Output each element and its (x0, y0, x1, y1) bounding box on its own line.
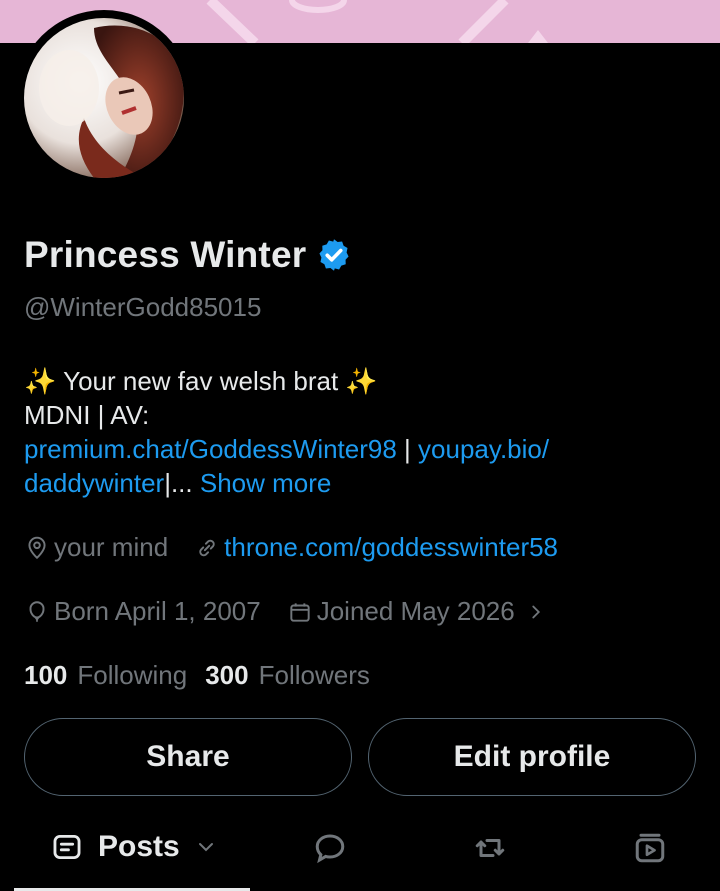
following-label[interactable]: Following (77, 660, 187, 691)
name-row: Princess Winter (24, 234, 352, 276)
tab-posts-label: Posts (98, 830, 180, 863)
profile-bio: ✨ Your new fav welsh brat ✨ MDNI | AV: p… (24, 364, 704, 500)
chevron-right-icon[interactable] (525, 601, 547, 623)
profile-handle: @WinterGodd85015 (24, 292, 262, 322)
following-count[interactable]: 100 (24, 660, 67, 691)
followers-label[interactable]: Followers (259, 660, 370, 691)
link-icon (199, 539, 215, 556)
chevron-down-icon[interactable] (194, 835, 218, 859)
bio-link-youpay-cont[interactable]: daddywinter (24, 468, 164, 498)
display-name: Princess Winter (24, 234, 307, 275)
follow-counts: 100 Following 300 Followers (24, 660, 388, 691)
share-button[interactable]: Share (24, 718, 352, 796)
reply-icon[interactable] (312, 830, 348, 866)
tab-posts[interactable]: Posts (50, 830, 218, 864)
profile-tab-bar: Posts (0, 810, 720, 891)
bio-line-4: daddywinter|... Show more (24, 466, 704, 500)
retweet-icon[interactable] (472, 830, 508, 866)
bio-link-premium[interactable]: premium.chat/GoddessWinter98 (24, 434, 397, 464)
avatar-image (24, 18, 184, 178)
verified-badge-icon[interactable] (316, 237, 352, 273)
show-more-link[interactable]: Show more (200, 468, 332, 498)
balloon-icon (29, 600, 45, 622)
website-item[interactable]: throne.com/goddesswinter58 (194, 532, 558, 563)
location-text: your mind (54, 532, 169, 562)
birthday-text: Born April 1, 2007 (54, 596, 261, 626)
media-icon[interactable] (632, 830, 668, 866)
joined-item[interactable]: Joined May 2026 (287, 596, 551, 627)
bio-line-3: premium.chat/GoddessWinter98 | youpay.bi… (24, 432, 704, 466)
bio-link-youpay[interactable]: youpay.bio/ (418, 434, 549, 464)
bio-line-1: ✨ Your new fav welsh brat ✨ (24, 366, 378, 396)
profile-meta-row-2: Born April 1, 2007 Joined May 2026 (24, 596, 577, 627)
bio-ellipsis: |... (164, 468, 200, 498)
profile-avatar[interactable] (16, 10, 192, 186)
bio-separator: | (396, 434, 419, 464)
location-item: your mind (24, 532, 168, 563)
followers-count[interactable]: 300 (205, 660, 248, 691)
bio-line-2: MDNI | AV: (24, 400, 150, 430)
posts-icon (53, 834, 81, 860)
birthday-item: Born April 1, 2007 (24, 596, 261, 627)
location-pin-icon (28, 536, 46, 559)
website-link[interactable]: throne.com/goddesswinter58 (224, 532, 558, 563)
edit-profile-button[interactable]: Edit profile (368, 718, 696, 796)
joined-text: Joined May 2026 (316, 596, 515, 626)
profile-meta-row-1: your mind throne.com/goddesswinter58 (24, 532, 584, 563)
calendar-icon (290, 602, 310, 622)
